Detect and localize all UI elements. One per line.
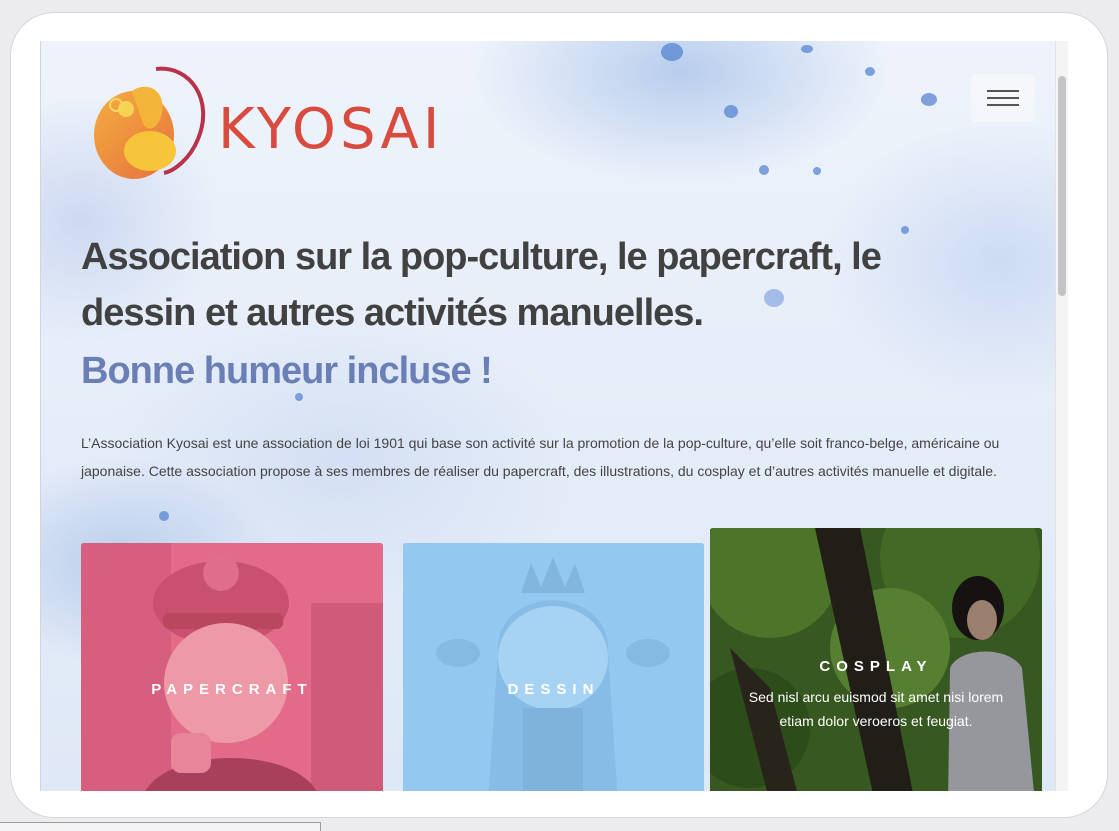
paint-splash — [801, 45, 813, 53]
dessin-illustration — [403, 543, 704, 791]
paint-splash — [724, 105, 738, 118]
page-headline: Association sur la pop-culture, le paper… — [81, 236, 882, 334]
hamburger-icon-line — [987, 104, 1019, 106]
hamburger-icon-line — [987, 97, 1019, 99]
card-cosplay[interactable]: COSPLAY Sed nisl arcu euismod sit amet n… — [710, 528, 1042, 791]
paint-splash — [921, 93, 937, 106]
paint-splash — [661, 43, 683, 61]
paint-splash — [813, 167, 821, 175]
paint-splash — [865, 67, 875, 76]
card-papercraft[interactable]: PAPERCRAFT — [81, 543, 383, 791]
papercraft-photo — [81, 543, 383, 791]
card-papercraft-title: PAPERCRAFT — [151, 681, 313, 698]
browser-viewport: KYOSAI Association sur la pop-culture, l… — [40, 41, 1068, 791]
intro-paragraph: L’Association Kyosai est une association… — [81, 435, 1000, 479]
paint-splash — [159, 511, 169, 521]
card-cosplay-description: Sed nisl arcu euismod sit amet nisi lore… — [748, 689, 1004, 729]
paint-splash — [759, 165, 769, 175]
device-frame: KYOSAI Association sur la pop-culture, l… — [10, 12, 1108, 818]
page-tagline: Bonne humeur incluse ! — [81, 350, 493, 392]
brand-name: KYOSAI — [218, 97, 444, 162]
mermaid-logo-icon — [94, 66, 206, 179]
card-dessin[interactable]: DESSIN — [403, 543, 704, 791]
scrollbar-thumb[interactable] — [1058, 76, 1066, 296]
card-dessin-title: DESSIN — [507, 681, 600, 698]
kyosai-logo[interactable]: KYOSAI — [86, 61, 496, 186]
menu-button[interactable] — [971, 74, 1035, 122]
vertical-scrollbar[interactable] — [1055, 41, 1068, 791]
hamburger-icon — [987, 90, 1019, 92]
card-cosplay-title: COSPLAY — [819, 658, 933, 675]
